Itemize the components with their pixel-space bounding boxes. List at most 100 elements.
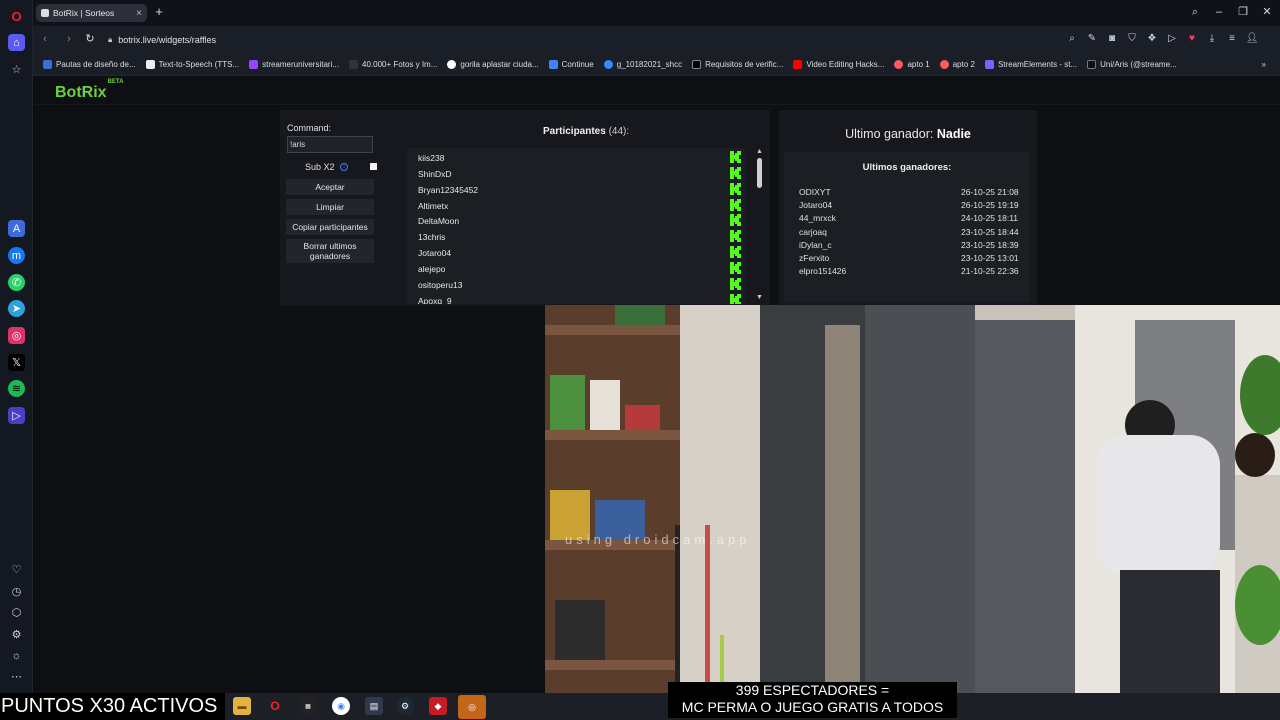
close-window-button[interactable]: ✕ xyxy=(1260,5,1274,19)
sub-x2-checkbox[interactable] xyxy=(370,163,377,170)
winner-name: iDylan_c xyxy=(799,240,832,250)
participants-list[interactable]: kiis238 ShinDxD Bryan12345452 Altimetx D… xyxy=(407,148,745,304)
lock-icon: 🔒︎ xyxy=(108,35,113,44)
participant-row: Altimetx xyxy=(418,201,449,211)
edit-icon[interactable]: ✎ xyxy=(1085,32,1099,46)
winner-date: 23-10-25 13:01 xyxy=(961,253,1019,263)
bookmark-favicon-icon xyxy=(145,60,155,69)
snapshot-icon[interactable]: ◙ xyxy=(1105,32,1119,46)
player-play-icon[interactable]: ▷ xyxy=(1165,32,1179,46)
info-icon[interactable]: i xyxy=(340,163,348,171)
url-text: botrix.live/widgets/raffles xyxy=(118,35,217,45)
participant-row: alejepo xyxy=(418,264,446,274)
shield-icon[interactable]: ⛉ xyxy=(1125,32,1139,46)
history-icon[interactable]: ◷ xyxy=(8,583,25,600)
scroll-down-icon[interactable]: ▼ xyxy=(756,294,763,301)
new-tab-button[interactable]: + xyxy=(152,5,166,19)
participants-title: Participantes (44): xyxy=(543,126,630,137)
heart-icon[interactable]: ♡ xyxy=(8,561,25,578)
winner-date: 23-10-25 18:44 xyxy=(961,227,1019,237)
telegram-icon[interactable]: ➤ xyxy=(8,300,25,317)
bookmark-item[interactable]: gorila aplastar ciuda... xyxy=(447,60,539,69)
steam-taskbar-icon[interactable]: ⚙ xyxy=(396,697,414,715)
forward-icon[interactable]: › xyxy=(62,32,76,46)
accept-button[interactable]: Aceptar xyxy=(286,179,374,195)
bookmark-favicon-icon xyxy=(894,60,904,69)
bookmark-item[interactable]: Pautas de diseño de... xyxy=(43,60,136,69)
droidcam-watermark: using droidcam.app xyxy=(565,532,751,547)
obs-taskbar-icon[interactable]: ◎ xyxy=(458,695,486,719)
aria-icon[interactable]: A xyxy=(8,220,25,237)
last-winner-value: Nadie xyxy=(936,127,971,141)
profile-icon[interactable]: 👤︎ xyxy=(1245,32,1259,46)
bookmark-item[interactable]: Continue xyxy=(548,60,594,69)
reload-icon[interactable]: ↻ xyxy=(83,32,97,46)
chrome-taskbar-icon[interactable]: ◉ xyxy=(332,697,350,715)
home-icon[interactable]: ⌂ xyxy=(8,34,25,51)
messenger-icon[interactable]: m xyxy=(8,247,25,264)
winner-date: 21-10-25 22:36 xyxy=(961,266,1019,276)
botrix-logo[interactable]: BotRixBETA xyxy=(55,79,123,102)
points-banner: PUNTOS X30 ACTIVOS xyxy=(0,693,225,720)
url-field[interactable]: 🔒︎ botrix.live/widgets/raffles xyxy=(108,33,216,47)
clear-button[interactable]: Limpiar xyxy=(286,199,374,215)
speed-dial-icon[interactable]: ☆ xyxy=(8,61,25,78)
vpn-icon[interactable]: ❖ xyxy=(1145,32,1159,46)
instagram-icon[interactable]: ◎ xyxy=(8,327,25,344)
opera-logo-icon[interactable]: O xyxy=(8,8,25,25)
player-icon[interactable]: ▷ xyxy=(8,407,25,424)
participant-row: DeltaMoon xyxy=(418,216,460,226)
bookmark-item[interactable]: StreamElements - st... xyxy=(984,60,1077,69)
copy-participants-button[interactable]: Copiar participantes xyxy=(286,219,374,235)
spotify-icon[interactable]: ≋ xyxy=(8,380,25,397)
webcam-scene xyxy=(545,305,1280,693)
more-icon[interactable]: ⋯ xyxy=(8,668,25,685)
kick-platform-icon xyxy=(730,294,741,304)
kick-platform-icon xyxy=(730,183,741,195)
maximize-window-button[interactable]: ❐ xyxy=(1236,5,1250,19)
x-twitter-icon[interactable]: 𝕏 xyxy=(8,354,25,371)
winner-date: 23-10-25 18:39 xyxy=(961,240,1019,250)
bookmark-item[interactable]: Video Editing Hacks... xyxy=(793,60,884,69)
tab-botrix[interactable]: BotRix | Sorteos × xyxy=(36,4,147,22)
bookmark-item[interactable]: g_10182021_shcc xyxy=(603,60,682,69)
bookmarks-more-icon[interactable]: » xyxy=(1262,60,1266,69)
tips-lightbulb-icon[interactable]: ☼ xyxy=(8,647,25,664)
download-icon[interactable]: ⤓ xyxy=(1205,32,1219,46)
participant-row: Bryan12345452 xyxy=(418,185,479,195)
heart-icon[interactable]: ♥ xyxy=(1185,32,1199,46)
bookmark-item[interactable]: Requisitos de verific... xyxy=(692,60,783,69)
search-icon[interactable]: ⌕ xyxy=(1065,32,1079,46)
bookmark-item[interactable]: streameruniversitari... xyxy=(249,60,339,69)
menu-icon[interactable]: ≡ xyxy=(1225,32,1239,46)
app-taskbar-icon[interactable]: ▦ xyxy=(299,697,317,715)
bookmark-favicon-icon xyxy=(249,60,259,69)
close-tab-icon[interactable]: × xyxy=(136,8,142,19)
command-input[interactable] xyxy=(287,136,373,153)
opera-taskbar-icon[interactable]: O xyxy=(266,697,284,715)
search-tabs-icon[interactable]: ⌕ xyxy=(1188,5,1202,19)
bookmark-item[interactable]: apto 1 xyxy=(894,60,930,69)
delete-winners-button[interactable]: Borrar ultimos ganadores xyxy=(286,239,374,263)
bookmark-favicon-icon xyxy=(939,60,949,69)
scrollbar-thumb[interactable] xyxy=(757,158,762,188)
winner-date: 26-10-25 21:08 xyxy=(961,187,1019,197)
minimize-window-button[interactable]: – xyxy=(1212,5,1226,19)
settings-gear-icon[interactable]: ⚙ xyxy=(8,626,25,643)
browser-sidebar: O ⌂ ☆ A m ✆ ➤ ◎ 𝕏 ≋ ▷ ♡ ◷ ⬡ ⚙ ☼ ⋯ xyxy=(0,0,33,693)
extensions-icon[interactable]: ⬡ xyxy=(8,604,25,621)
participant-row: ShinDxD xyxy=(418,169,452,179)
file-explorer-icon[interactable]: ▬ xyxy=(233,697,251,715)
bookmark-favicon-icon xyxy=(349,60,359,69)
scroll-up-icon[interactable]: ▲ xyxy=(756,148,763,155)
app-red-taskbar-icon[interactable]: ◆ xyxy=(429,697,447,715)
recent-winners-box: Ultimos ganadores: ODIXYT 26-10-25 21:08… xyxy=(784,152,1030,302)
calculator-taskbar-icon[interactable]: ▤ xyxy=(365,697,383,715)
bookmark-item[interactable]: apto 2 xyxy=(939,60,975,69)
tab-bar xyxy=(33,0,1280,26)
bookmark-item[interactable]: Text-to-Speech (TTS... xyxy=(145,60,239,69)
back-icon[interactable]: ‹ xyxy=(38,32,52,46)
whatsapp-icon[interactable]: ✆ xyxy=(8,274,25,291)
bookmark-item[interactable]: Uni/Aris (@streame... xyxy=(1087,60,1177,69)
bookmark-item[interactable]: 40.000+ Fotos y Im... xyxy=(349,60,437,69)
